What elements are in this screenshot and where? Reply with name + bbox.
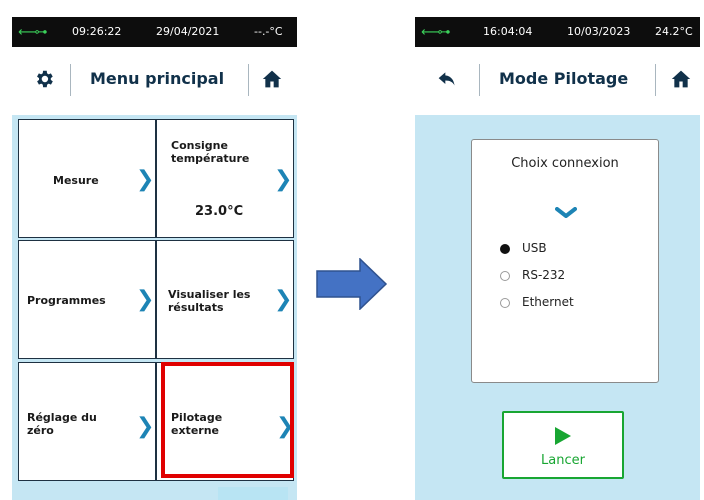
left-screen: ⟵⊶ 09:26:22 29/04/2021 --.-°C Menu princ… bbox=[12, 17, 297, 500]
header-divider bbox=[248, 64, 249, 96]
home-icon[interactable] bbox=[258, 65, 286, 93]
radio-label: RS-232 bbox=[522, 268, 566, 282]
page-title: Mode Pilotage bbox=[499, 69, 629, 88]
chevron-right-icon: ❯ bbox=[136, 167, 155, 192]
usb-icon: ⟵⊶ bbox=[421, 25, 451, 40]
launch-button[interactable]: Lancer bbox=[502, 411, 624, 479]
status-time: 16:04:04 bbox=[483, 25, 533, 38]
pilotage-content: Choix connexion USB RS-232 Ethernet Lanc… bbox=[415, 115, 700, 500]
usb-icon: ⟵⊶ bbox=[18, 25, 48, 40]
header-divider bbox=[70, 64, 71, 96]
tile-mesure[interactable]: Mesure ❯ bbox=[18, 119, 156, 238]
chevron-right-icon: ❯ bbox=[136, 287, 155, 312]
radio-button[interactable] bbox=[500, 298, 510, 308]
status-temperature: 24.2°C bbox=[655, 25, 693, 38]
header: Mode Pilotage bbox=[415, 47, 700, 115]
tile-reglage-zero[interactable]: Réglage du zéro ❯ bbox=[18, 362, 156, 481]
bottom-tab bbox=[218, 487, 288, 500]
temperature-setpoint-value: 23.0°C bbox=[195, 204, 244, 219]
status-date: 29/04/2021 bbox=[156, 25, 220, 38]
chevron-down-icon[interactable] bbox=[555, 204, 577, 223]
tile-label: Réglage du zéro bbox=[27, 411, 97, 437]
tile-label: Consigne température bbox=[171, 139, 250, 165]
right-arrow-icon bbox=[316, 257, 388, 314]
right-screen: ⟵⊶ 16:04:04 10/03/2023 24.2°C Mode Pilot… bbox=[415, 17, 700, 500]
main-menu: Mesure ❯ Consigne température 23.0°C ❯ P… bbox=[12, 115, 297, 500]
chevron-right-icon: ❯ bbox=[136, 414, 155, 439]
highlight-box bbox=[161, 362, 294, 478]
header-divider bbox=[479, 64, 480, 96]
radio-button[interactable] bbox=[500, 244, 510, 254]
chevron-right-icon: ❯ bbox=[274, 167, 293, 192]
radio-label: USB bbox=[522, 241, 547, 255]
header-divider bbox=[655, 64, 656, 96]
tile-label: Programmes bbox=[27, 294, 106, 307]
back-icon[interactable] bbox=[433, 65, 461, 93]
status-bar: ⟵⊶ 16:04:04 10/03/2023 24.2°C bbox=[415, 17, 700, 47]
panel-title: Choix connexion bbox=[511, 156, 619, 171]
tile-visualiser-resultats[interactable]: Visualiser les résultats ❯ bbox=[156, 240, 294, 359]
chevron-right-icon: ❯ bbox=[274, 287, 293, 312]
page-title: Menu principal bbox=[90, 69, 225, 88]
launch-label: Lancer bbox=[541, 453, 585, 468]
status-date: 10/03/2023 bbox=[567, 25, 631, 38]
status-time: 09:26:22 bbox=[72, 25, 122, 38]
gear-icon[interactable] bbox=[30, 65, 58, 93]
menu-grid: Mesure ❯ Consigne température 23.0°C ❯ P… bbox=[18, 119, 298, 481]
home-icon[interactable] bbox=[667, 65, 695, 93]
radio-button[interactable] bbox=[500, 271, 510, 281]
tile-label: Visualiser les résultats bbox=[168, 288, 251, 314]
status-temperature: --.-°C bbox=[254, 25, 283, 38]
header: Menu principal bbox=[12, 47, 297, 115]
play-icon bbox=[554, 426, 572, 450]
tile-programmes[interactable]: Programmes ❯ bbox=[18, 240, 156, 359]
tile-consigne-temperature[interactable]: Consigne température 23.0°C ❯ bbox=[156, 119, 294, 238]
tile-label: Mesure bbox=[53, 174, 99, 187]
status-bar: ⟵⊶ 09:26:22 29/04/2021 --.-°C bbox=[12, 17, 297, 47]
radio-label: Ethernet bbox=[522, 295, 574, 309]
connection-panel: Choix connexion USB RS-232 Ethernet bbox=[471, 139, 659, 383]
